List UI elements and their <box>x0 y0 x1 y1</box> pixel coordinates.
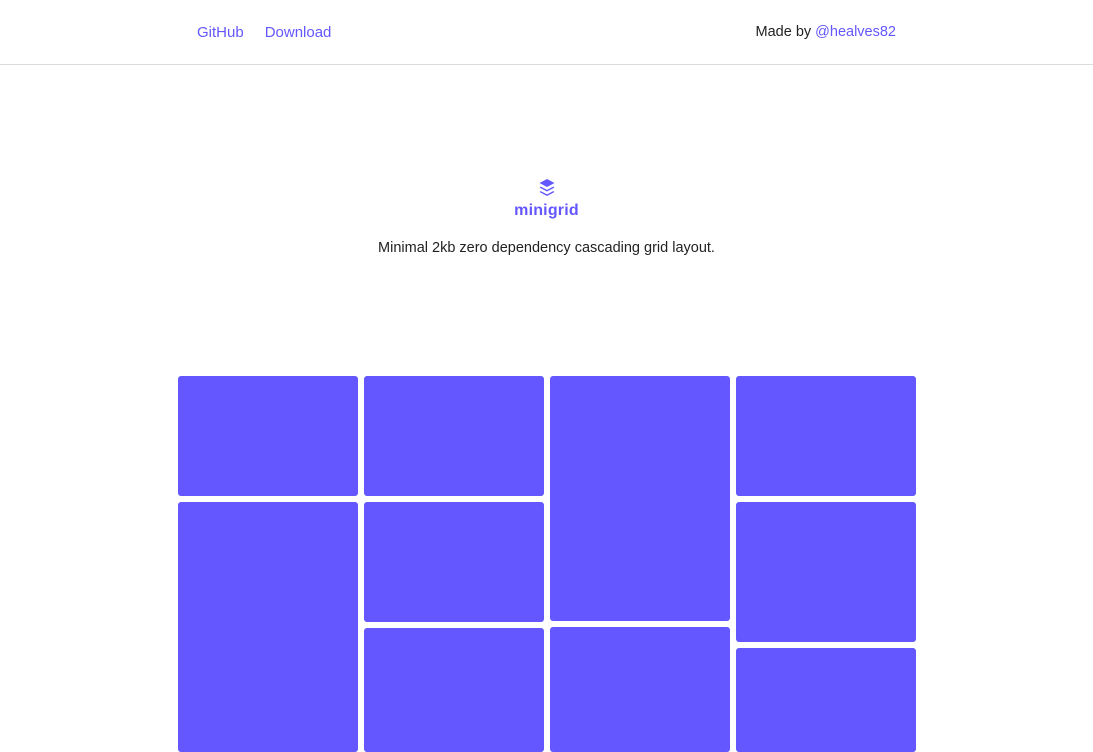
made-by-credit: Made by @healves82 <box>756 23 896 41</box>
grid-item <box>178 376 358 496</box>
tagline: Minimal 2kb zero dependency cascading gr… <box>378 240 715 256</box>
brand-name: minigrid <box>514 202 579 219</box>
made-by-text: Made by <box>755 24 812 40</box>
grid-item <box>550 627 730 752</box>
grid-item <box>364 502 544 622</box>
top-bar: GitHub Download Made by @healves82 <box>0 0 1093 65</box>
grid-item <box>736 648 916 752</box>
grid-item <box>736 376 916 496</box>
grid-item <box>736 502 916 642</box>
download-link[interactable]: Download <box>265 24 332 42</box>
top-nav: GitHub Download <box>197 24 331 42</box>
grid-item <box>178 502 358 752</box>
grid-item <box>364 628 544 752</box>
hero: minigrid Minimal 2kb zero dependency cas… <box>0 178 1093 257</box>
github-link[interactable]: GitHub <box>197 24 244 42</box>
grid-item <box>364 376 544 496</box>
stacked-layers-icon <box>539 179 554 196</box>
grid-item <box>550 376 730 621</box>
author-link[interactable]: @healves82 <box>815 24 896 40</box>
